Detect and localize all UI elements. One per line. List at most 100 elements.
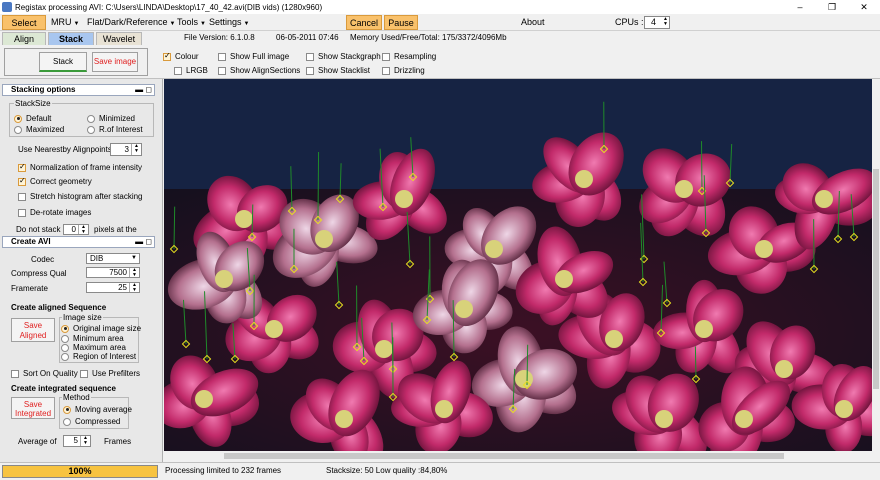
compress-qual-label: Compress Qual <box>11 269 67 278</box>
stacksize-roi-radio[interactable]: R.of Interest <box>87 125 143 134</box>
maximum-area-radio[interactable]: Maximum area <box>61 343 126 352</box>
maximum-area-label: Maximum area <box>73 343 126 352</box>
compress-qual-value: 7500 <box>109 268 127 277</box>
correct-geometry-checkbox[interactable]: Correct geometry <box>18 176 92 186</box>
spin-arrows-icon[interactable]: ▲ ▼ <box>663 17 668 27</box>
original-size-label: Original image size <box>73 324 142 333</box>
stacking-options-header[interactable]: Stacking options ▬ ◻ <box>2 84 155 96</box>
stretch-histogram-checkbox[interactable]: Stretch histogram after stacking <box>18 192 143 201</box>
stacksize-maximized-radio[interactable]: Maximized <box>14 125 64 134</box>
show-stackgraph-checkbox[interactable]: Show Stackgraph <box>306 52 381 61</box>
scroll-thumb[interactable] <box>873 169 879 389</box>
save-aligned-button[interactable]: Save Aligned <box>11 318 55 342</box>
resampling-checkbox[interactable]: Resampling <box>382 52 436 61</box>
checkbox-icon <box>306 66 314 75</box>
checkbox-checked-icon <box>18 176 26 186</box>
tools-menu[interactable]: Tools ▼ <box>174 15 209 30</box>
region-of-interest-label: Region of Interest <box>73 352 137 361</box>
file-version: File Version: 6.1.0.8 <box>184 33 255 42</box>
framerate-spinner[interactable]: 25 ▲ ▼ <box>86 282 140 293</box>
pause-button[interactable]: Pause <box>384 15 418 30</box>
checkbox-checked-icon <box>163 51 171 61</box>
do-not-stack-spinner[interactable]: 0 ▲ ▼ <box>63 224 89 235</box>
lrgb-checkbox[interactable]: LRGB <box>174 66 208 75</box>
spin-arrows-icon[interactable]: ▲ ▼ <box>80 436 90 446</box>
original-size-radio[interactable]: Original image size <box>61 324 141 333</box>
registax-app-icon <box>2 2 12 12</box>
codec-label: Codec <box>31 255 55 264</box>
flower-center <box>835 400 853 418</box>
status-bar: 100% Processing limited to 232 frames St… <box>0 462 880 480</box>
codec-select[interactable]: DIB ▼ <box>86 253 140 264</box>
framerate-label: Framerate <box>11 284 48 293</box>
tab-align[interactable]: Align <box>2 32 46 45</box>
flat-dark-reference-menu[interactable]: Flat/Dark/Reference ▼ <box>84 15 178 30</box>
derotate-checkbox[interactable]: De-rotate images <box>18 208 91 217</box>
sort-on-quality-checkbox[interactable]: Sort On Quality <box>11 369 78 378</box>
flower-center <box>695 320 713 338</box>
normalization-label: Normalization of frame intensity <box>30 163 143 172</box>
menu-bar: Select MRU ▼ Flat/Dark/Reference ▼ Tools ▼ … <box>0 14 880 31</box>
normalization-checkbox[interactable]: Normalization of frame intensity <box>18 162 143 172</box>
spin-arrows-icon[interactable]: ▲ ▼ <box>129 268 139 278</box>
radio-icon <box>87 114 95 123</box>
close-button[interactable]: ✕ <box>848 0 880 14</box>
drizzling-checkbox[interactable]: Drizzling <box>382 66 425 75</box>
colour-checkbox[interactable]: Colour <box>163 51 199 61</box>
collapse-icon[interactable]: ▬ ◻ <box>135 237 152 247</box>
use-prefilters-checkbox[interactable]: Use Prefilters <box>80 369 140 378</box>
nearest-alignpoints-spinner[interactable]: 3 ▲ ▼ <box>110 143 142 156</box>
horizontal-scrollbar[interactable] <box>164 451 880 461</box>
caret-down-icon: ▼ <box>73 21 80 27</box>
vertical-scrollbar[interactable] <box>872 79 880 451</box>
radio-icon <box>63 417 71 426</box>
minimize-button[interactable]: – <box>784 0 816 14</box>
save-integrated-button[interactable]: Save Integrated <box>11 397 55 419</box>
tab-wavelet[interactable]: Wavelet <box>96 32 142 45</box>
cpus-spinner[interactable]: 4 ▲ ▼ <box>644 16 670 29</box>
moving-average-radio[interactable]: Moving average <box>63 405 132 414</box>
flower-center <box>315 230 333 248</box>
stacked-flower-image[interactable] <box>164 79 872 451</box>
select-menu[interactable]: Select <box>2 15 46 30</box>
tab-stack[interactable]: Stack <box>48 32 94 45</box>
show-full-image-label: Show Full image <box>230 52 290 61</box>
image-viewport[interactable] <box>164 79 872 451</box>
about-menu[interactable]: About <box>518 15 548 30</box>
processing-status: Processing limited to 232 frames <box>165 466 282 475</box>
restore-button[interactable]: ❐ <box>816 0 848 14</box>
region-of-interest-radio[interactable]: Region of Interest <box>61 352 136 361</box>
save-image-button[interactable]: Save image <box>92 52 138 72</box>
tools-menu-label: Tools <box>177 17 199 27</box>
integrated-sequence-title: Create integrated sequence <box>11 384 116 393</box>
scroll-thumb[interactable] <box>224 453 784 459</box>
show-stackgraph-label: Show Stackgraph <box>318 52 381 61</box>
radio-icon <box>61 334 69 343</box>
mru-menu[interactable]: MRU ▼ <box>48 15 82 30</box>
stack-button[interactable]: Stack <box>39 52 87 72</box>
stacksize-label: StackSize <box>14 99 52 108</box>
compress-qual-spinner[interactable]: 7500 ▲ ▼ <box>86 267 140 278</box>
collapse-icon[interactable]: ▬ ◻ <box>135 85 152 95</box>
cancel-button[interactable]: Cancel <box>346 15 382 30</box>
create-avi-header[interactable]: Create AVI ▬ ◻ <box>2 236 155 248</box>
compressed-radio[interactable]: Compressed <box>63 417 120 426</box>
spin-arrows-icon[interactable]: ▲ ▼ <box>78 225 88 235</box>
derotate-label: De-rotate images <box>30 208 92 217</box>
checkbox-icon <box>306 52 314 61</box>
radio-selected-icon <box>61 324 69 333</box>
average-of-spinner[interactable]: 5 ▲ ▼ <box>63 435 91 447</box>
stacksize-default-radio[interactable]: Default <box>14 114 51 123</box>
spin-arrows-icon[interactable]: ▲ ▼ <box>131 144 141 155</box>
create-avi-title: Create AVI <box>11 237 51 246</box>
minimum-area-radio[interactable]: Minimum area <box>61 334 124 343</box>
show-stacklist-checkbox[interactable]: Show Stacklist <box>306 66 370 75</box>
show-full-image-checkbox[interactable]: Show Full image <box>218 52 289 61</box>
moving-average-label: Moving average <box>75 405 132 414</box>
drizzling-label: Drizzling <box>394 66 425 75</box>
spin-arrows-icon[interactable]: ▲ ▼ <box>129 283 139 293</box>
settings-menu[interactable]: Settings ▼ <box>206 15 252 30</box>
show-alignsections-checkbox[interactable]: Show AlignSections <box>218 66 300 75</box>
stacksize-minimized-radio[interactable]: Minimized <box>87 114 135 123</box>
dropdown-arrow-icon: ▼ <box>131 255 137 261</box>
